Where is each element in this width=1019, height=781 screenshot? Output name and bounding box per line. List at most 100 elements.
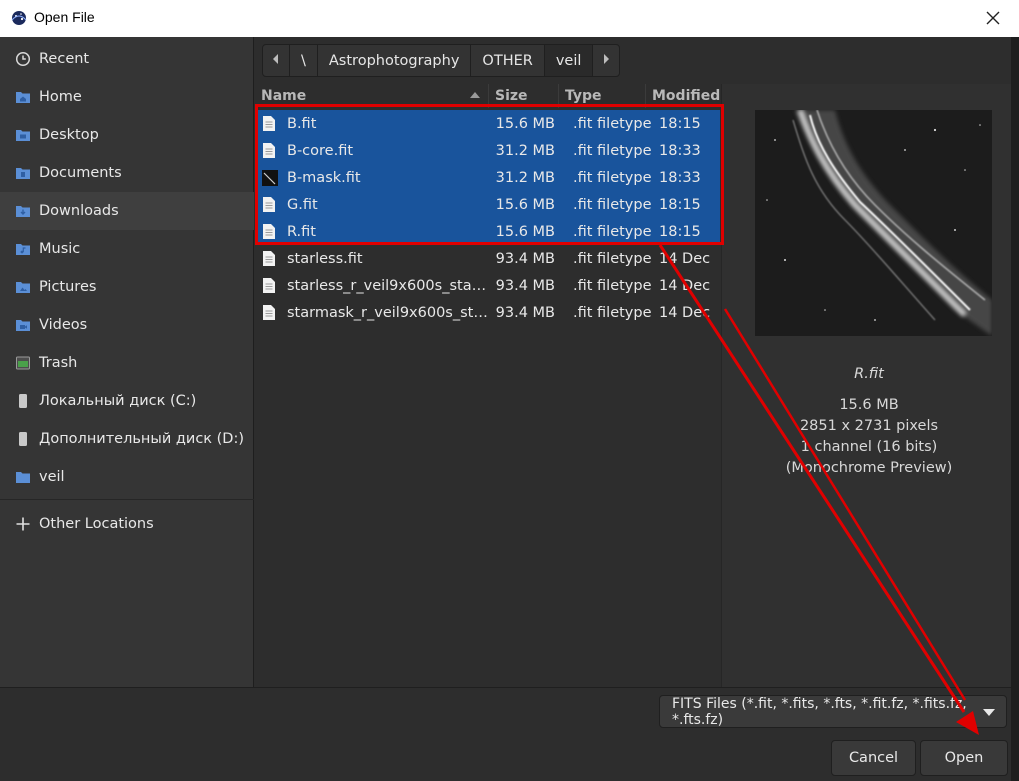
path-forward-button[interactable] [593,45,619,76]
sidebar-item-label: Локальный диск (C:) [39,393,197,409]
preview-channels: 1 channel (16 bits) [800,439,938,455]
cancel-button[interactable]: Cancel [831,740,916,776]
column-header-name[interactable]: Name [255,84,489,108]
file-row[interactable]: G.fit 15.6 MB .fit filetype 18:15 [255,191,720,218]
file-size: 31.2 MB [495,142,555,159]
column-header-modified[interactable]: Modified [646,84,720,108]
file-row[interactable]: starless.fit 93.4 MB .fit filetype 14 De… [255,245,720,272]
preview-dimensions: 2851 x 2731 pixels [799,418,939,434]
chevron-left-icon [271,53,281,69]
file-size: 93.4 MB [495,250,555,267]
sidebar-item-label: Other Locations [39,516,154,532]
file-modified: 14 Dec [659,304,711,321]
sidebar-item-music[interactable]: Music [0,230,254,268]
file-row[interactable]: starmask_r_veil9x600s_stack… 93.4 MB .fi… [255,299,720,326]
path-segment-astrophotography[interactable]: Astrophotography [318,45,472,76]
background-window-edge [1011,37,1019,781]
file-type: .fit filetype [573,304,652,321]
file-modified: 18:33 [659,142,701,159]
home-folder-icon [15,89,31,105]
sidebar-divider [0,499,254,500]
sidebar-item-label: veil [39,469,65,485]
file-modified: 18:15 [659,196,701,213]
preview-mode: (Monochrome Preview) [785,460,953,476]
document-icon [262,142,278,160]
file-size: 93.4 MB [495,304,555,321]
drive-icon [15,431,31,447]
chevron-right-icon [601,53,611,69]
title-bar: Open File [0,0,1019,37]
documents-folder-icon [15,165,31,181]
filter-label: FITS Files (*.fit, *.fits, *.fts, *.fit.… [672,695,967,728]
window-title: Open File [34,9,95,25]
preview-size: 15.6 MB [839,397,899,413]
trash-icon [15,355,31,371]
file-modified: 14 Dec [659,277,711,294]
chevron-down-icon [983,709,995,716]
file-row[interactable]: R.fit 15.6 MB .fit filetype 18:15 [255,218,720,245]
file-modified: 18:33 [659,169,701,186]
path-bar: \ Astrophotography OTHER veil [262,44,621,77]
open-button[interactable]: Open [920,740,1008,776]
sidebar-item-label: Videos [39,317,88,333]
sort-ascending-icon [470,92,480,98]
file-list: Name Size Type Modified B.fit 15.6 MB .f… [255,84,720,687]
path-segment-veil[interactable]: veil [544,45,594,76]
preview-image [755,110,992,336]
sidebar-item-downloads[interactable]: Downloads [0,192,254,230]
column-header-label: Modified [652,88,721,104]
file-name: starless_r_veil9x600s_stacke… [287,277,491,294]
image-thumbnail-icon [262,169,278,187]
file-type: .fit filetype [573,250,652,267]
column-header-size[interactable]: Size [489,84,559,108]
file-modified: 18:15 [659,223,701,240]
places-sidebar: Recent Home Desktop Documents Downloads … [0,37,254,687]
sidebar-item-other-locations[interactable]: Other Locations [0,505,254,543]
drive-icon [15,393,31,409]
file-name: B-core.fit [287,142,354,159]
path-segment-other[interactable]: OTHER [471,45,545,76]
sidebar-item-videos[interactable]: Videos [0,306,254,344]
sidebar-item-trash[interactable]: Trash [0,344,254,382]
file-size: 15.6 MB [495,223,555,240]
file-modified: 18:15 [659,115,701,132]
column-header-type[interactable]: Type [559,84,646,108]
file-row[interactable]: B-mask.fit 31.2 MB .fit filetype 18:33 [255,164,720,191]
file-type: .fit filetype [573,169,652,186]
sidebar-item-recent[interactable]: Recent [0,40,254,78]
videos-folder-icon [15,317,31,333]
column-header-label: Type [565,88,602,104]
sidebar-item-label: Downloads [39,203,119,219]
sidebar-item-veil[interactable]: veil [0,458,254,496]
document-icon [262,277,278,295]
file-type: .fit filetype [573,142,652,159]
path-segment-root[interactable]: \ [290,45,318,76]
sidebar-item-desktop[interactable]: Desktop [0,116,254,154]
sidebar-item-label: Documents [39,165,122,181]
file-type-filter-dropdown[interactable]: FITS Files (*.fit, *.fits, *.fts, *.fit.… [659,695,1007,728]
sidebar-item-documents[interactable]: Documents [0,154,254,192]
desktop-folder-icon [15,127,31,143]
file-name: starless.fit [287,250,363,267]
sidebar-item-label: Дополнительный диск (D:) [39,431,245,447]
file-row[interactable]: B-core.fit 31.2 MB .fit filetype 18:33 [255,137,720,164]
file-row[interactable]: B.fit 15.6 MB .fit filetype 18:15 [255,110,720,137]
sidebar-item-pictures[interactable]: Pictures [0,268,254,306]
sidebar-item-label: Home [39,89,82,105]
document-icon [262,223,278,241]
sidebar-item-label: Trash [39,355,78,371]
path-back-button[interactable] [263,45,290,76]
close-icon[interactable] [981,6,1005,30]
file-size: 93.4 MB [495,277,555,294]
document-icon [262,115,278,133]
file-name: R.fit [287,223,316,240]
pictures-folder-icon [15,279,31,295]
file-row[interactable]: starless_r_veil9x600s_stacke… 93.4 MB .f… [255,272,720,299]
file-type: .fit filetype [573,277,652,294]
column-header-label: Size [495,88,528,104]
file-size: 31.2 MB [495,169,555,186]
sidebar-item-drive-c[interactable]: Локальный диск (C:) [0,382,254,420]
file-size: 15.6 MB [495,196,555,213]
sidebar-item-drive-d[interactable]: Дополнительный диск (D:) [0,420,254,458]
sidebar-item-home[interactable]: Home [0,78,254,116]
